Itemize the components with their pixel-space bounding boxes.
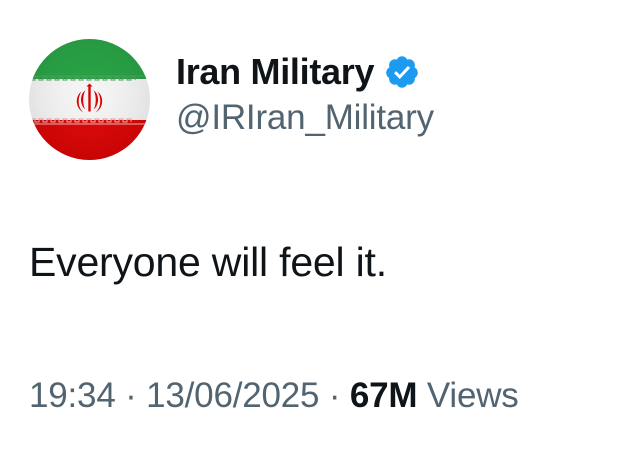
meta-separator: · — [125, 376, 137, 415]
name-row: Iran Military — [176, 48, 434, 96]
tweet-text: Everyone will feel it. — [29, 239, 387, 285]
tweet-card: Iran Military @IRIran_Military Everyone … — [0, 0, 643, 451]
verified-badge-icon[interactable] — [384, 54, 420, 90]
tweet-time[interactable]: 19:34 — [29, 376, 116, 415]
avatar[interactable] — [29, 39, 150, 160]
tweet-date[interactable]: 13/06/2025 — [146, 376, 319, 415]
views-count: 67M — [349, 376, 418, 415]
meta-separator: · — [328, 376, 341, 415]
user-info: Iran Military @IRIran_Military — [176, 48, 434, 140]
views-label: Views — [426, 376, 519, 415]
user-handle[interactable]: @IRIran_Military — [176, 96, 434, 140]
iran-flag-icon — [29, 39, 150, 160]
display-name[interactable]: Iran Military — [176, 48, 374, 96]
tweet-meta: 19:34 · 13/06/2025 · 67M Views — [29, 372, 519, 420]
